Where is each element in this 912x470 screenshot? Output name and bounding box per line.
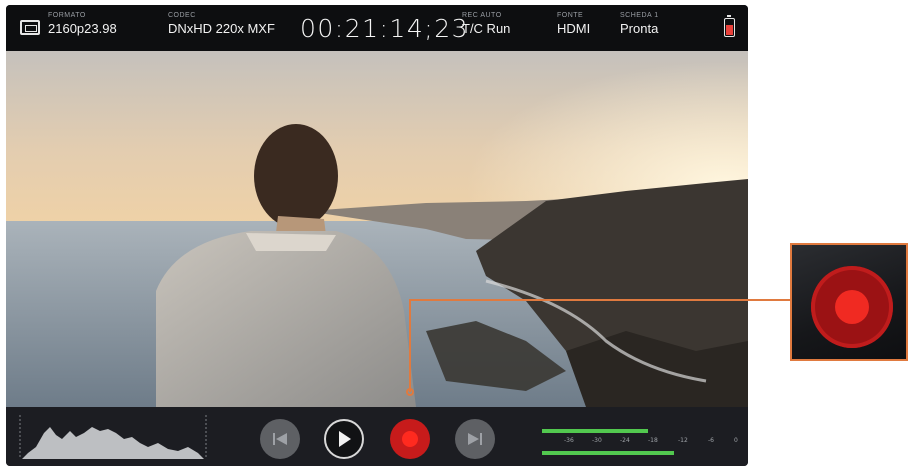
record-button-zoomed — [811, 266, 893, 348]
record-icon — [835, 290, 869, 324]
record-button-callout — [790, 243, 908, 361]
callout-connector — [406, 299, 790, 396]
